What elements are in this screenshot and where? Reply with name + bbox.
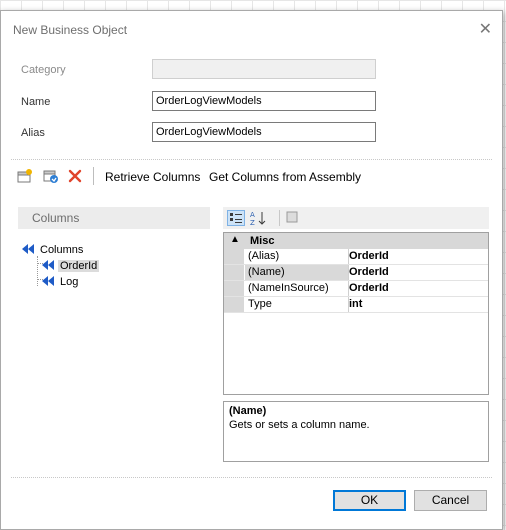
dialog-title: New Business Object [13, 23, 128, 37]
category-row-misc[interactable]: ▲ Misc [224, 233, 488, 249]
categorized-icon[interactable] [227, 210, 245, 226]
property-grid: ▲ Misc (Alias) OrderId (Name) OrderId (N… [223, 232, 489, 395]
property-name: (Name) [245, 265, 349, 280]
tree-node-log[interactable]: Log [41, 274, 80, 290]
tree-node-label: Columns [40, 244, 84, 256]
property-value[interactable]: OrderId [349, 281, 486, 296]
toolbar-divider [93, 167, 94, 185]
name-field[interactable] [152, 91, 376, 111]
row-gutter [224, 249, 244, 264]
property-value[interactable]: OrderId [349, 249, 486, 264]
collapse-icon[interactable]: ▲ [230, 234, 240, 245]
description-title: (Name) [229, 405, 267, 417]
toolbar-divider [279, 210, 280, 226]
alias-field[interactable] [152, 122, 376, 142]
separator [11, 159, 492, 160]
column-node-icon [41, 275, 55, 290]
get-columns-from-assembly-button[interactable]: Get Columns from Assembly [209, 170, 361, 184]
new-business-object-dialog: New Business Object ✕ Category Name Alia… [0, 10, 503, 530]
column-node-icon [41, 259, 55, 274]
delete-icon[interactable] [67, 168, 83, 184]
column-node-icon [21, 243, 35, 258]
column-toolbar: Retrieve Columns Get Columns from Assemb… [15, 166, 485, 188]
row-gutter [224, 297, 244, 312]
property-row-name[interactable]: (Name) OrderId [224, 265, 488, 281]
tree-connector [37, 256, 38, 286]
name-label: Name [21, 96, 51, 108]
close-icon[interactable]: ✕ [479, 19, 492, 39]
cancel-button[interactable]: Cancel [414, 490, 487, 511]
property-row-type[interactable]: Type int [224, 297, 488, 313]
row-gutter [224, 281, 244, 296]
tree-node-columns[interactable]: Columns [21, 242, 85, 258]
description-text: Gets or sets a column name. [229, 419, 370, 431]
tree-node-label: Log [60, 276, 79, 288]
columns-panel-header: Columns [18, 207, 210, 229]
tree-node-label: OrderId [58, 260, 100, 272]
tree-node-orderid[interactable]: OrderId [41, 258, 100, 274]
property-description-pane: (Name) Gets or sets a column name. [223, 401, 489, 462]
title-bar: New Business Object ✕ [1, 11, 502, 49]
svg-text:Z: Z [250, 219, 255, 226]
ok-button[interactable]: OK [333, 490, 406, 511]
alias-label: Alias [21, 127, 45, 139]
category-label: Category [21, 64, 66, 76]
alphabetical-sort-icon[interactable]: A Z [249, 210, 267, 227]
property-name: (NameInSource) [245, 281, 349, 296]
property-name: (Alias) [245, 249, 349, 264]
row-gutter [224, 265, 244, 280]
category-field[interactable] [152, 59, 376, 79]
property-value[interactable]: OrderId [349, 265, 486, 280]
property-name: Type [245, 297, 349, 312]
svg-text:A: A [250, 211, 255, 219]
refresh-column-icon[interactable] [43, 168, 59, 184]
property-value[interactable]: int [349, 297, 486, 312]
add-column-icon[interactable] [17, 168, 33, 184]
property-pages-icon[interactable] [285, 210, 303, 226]
property-grid-toolbar: A Z [223, 207, 489, 229]
separator [11, 477, 492, 478]
property-row-nameinsource[interactable]: (NameInSource) OrderId [224, 281, 488, 297]
property-row-alias[interactable]: (Alias) OrderId [224, 249, 488, 265]
category-label: Misc [250, 235, 275, 247]
retrieve-columns-button[interactable]: Retrieve Columns [105, 170, 200, 184]
